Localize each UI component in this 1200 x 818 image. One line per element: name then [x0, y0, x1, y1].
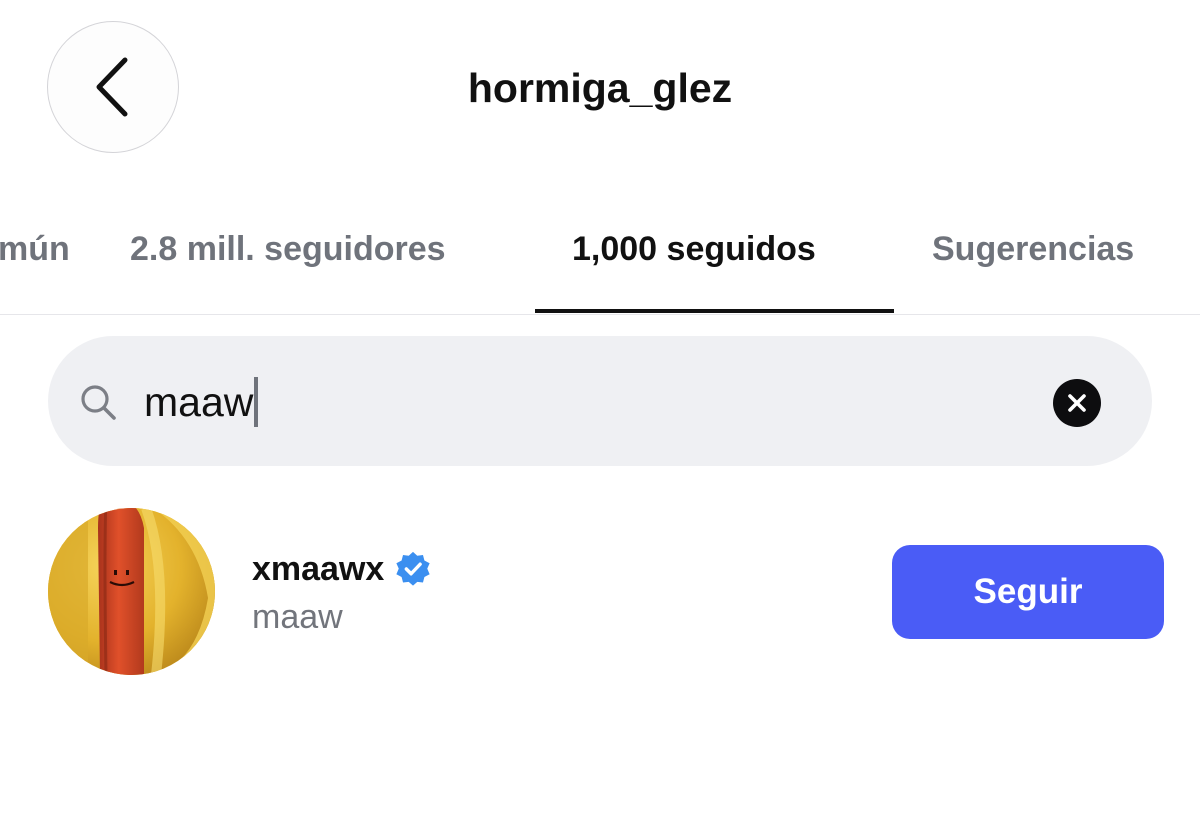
list-item[interactable]: xmaawx maaw Seguir	[0, 505, 1200, 685]
page-title: hormiga_glez	[467, 65, 733, 111]
verified-badge-icon	[396, 551, 430, 586]
tab-following[interactable]: 1,000 seguidos	[572, 225, 816, 273]
follow-button[interactable]: Seguir	[892, 545, 1164, 639]
search-input[interactable]: maaw	[144, 372, 1024, 432]
tab-followers[interactable]: 2.8 mill. seguidores	[130, 225, 446, 273]
tab-suggestions[interactable]: Sugerencias	[932, 225, 1134, 273]
text-caret	[254, 377, 259, 427]
active-tab-indicator	[535, 309, 894, 313]
clear-search-button[interactable]	[1053, 379, 1101, 427]
followed-list-screen: hormiga_glez mún 2.8 mill. seguidores 1,…	[0, 0, 1200, 818]
result-username[interactable]: xmaawx	[252, 547, 384, 591]
clear-icon	[1068, 394, 1086, 412]
result-display-name: maaw	[252, 598, 343, 636]
avatar-image	[48, 508, 215, 675]
search-input-value: maaw	[144, 379, 254, 425]
tabs-divider	[0, 314, 1200, 315]
tab-bar: mún 2.8 mill. seguidores 1,000 seguidos …	[0, 215, 1200, 315]
tab-in-common[interactable]: mún	[0, 225, 70, 273]
search-icon	[81, 385, 116, 420]
username-line: xmaawx	[252, 547, 432, 591]
avatar[interactable]	[48, 508, 215, 675]
